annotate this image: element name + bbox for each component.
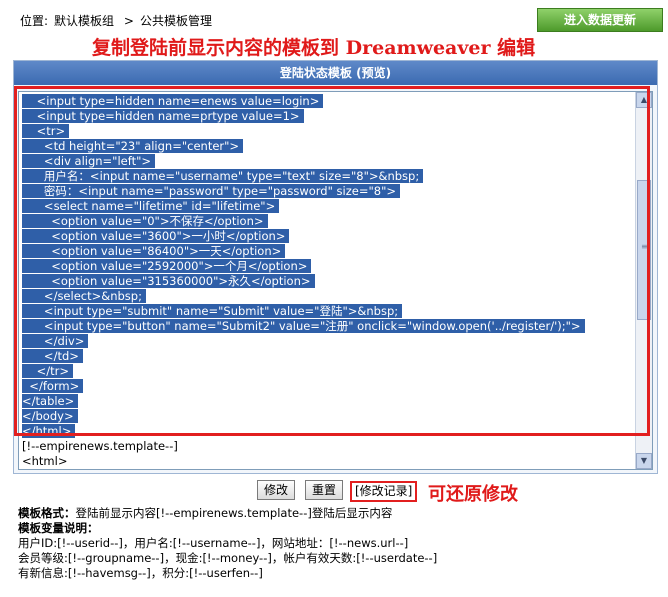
reset-button[interactable]: 重置 xyxy=(305,480,344,500)
breadcrumb-group-link[interactable]: 默认模板组 xyxy=(54,14,114,28)
format-label: 模板格式： xyxy=(18,506,76,520)
selected-text: <div align="left"> xyxy=(22,154,156,168)
code-line-selected: </form> xyxy=(22,379,634,394)
selected-text: <input type=hidden name=prtype value=1> xyxy=(22,109,304,123)
code-line-selected: <option value="86400">一天</option> xyxy=(22,244,634,259)
data-update-button[interactable]: 进入数据更新 xyxy=(537,8,663,32)
vars-label-line: 模板变量说明： xyxy=(18,521,437,536)
code-line-selected: <input type="submit" name="Submit" value… xyxy=(22,304,634,319)
selected-text: </div> xyxy=(22,334,89,348)
code-line-selected: <select name="lifetime" id="lifetime"> xyxy=(22,199,634,214)
code-line-selected: <td height="23" align="center"> xyxy=(22,139,634,154)
format-line: 模板格式：登陆前显示内容[!--empirenews.template--]登陆… xyxy=(18,506,437,521)
panel-title: 登陆状态模板 (预览) xyxy=(14,61,657,85)
code-line-selected: <option value="315360000">永久</option> xyxy=(22,274,634,289)
selected-text: </tr> xyxy=(22,364,74,378)
selected-text: </html> xyxy=(22,424,76,438)
breadcrumb: 位置: 默认模板组 > 公共模板管理 xyxy=(20,12,218,29)
selected-text: <input type="submit" name="Submit" value… xyxy=(22,304,403,318)
selected-text: <select name="lifetime" id="lifetime"> xyxy=(22,199,280,213)
breadcrumb-current[interactable]: 公共模板管理 xyxy=(140,14,212,28)
code-line-selected: <input type="button" name="Submit2" valu… xyxy=(22,319,634,334)
code-line-selected: <tr> xyxy=(22,124,634,139)
selected-text: </table> xyxy=(22,394,79,408)
vars-label: 模板变量说明： xyxy=(18,521,99,535)
code-line-selected: <option value="0">不保存</option> xyxy=(22,214,634,229)
template-textarea[interactable]: <input type=hidden name=enews value=logi… xyxy=(18,91,653,470)
selected-text: 用户名：<input name="username" type="text" s… xyxy=(22,169,424,183)
code-line: [!--empirenews.template--] xyxy=(22,439,178,453)
action-buttons: 修改 重置 [修改记录] xyxy=(0,480,668,502)
code-content: <input type=hidden name=enews value=logi… xyxy=(22,94,634,469)
code-line-selected: </td> xyxy=(22,349,634,364)
selected-text: <input type=hidden name=enews value=logi… xyxy=(22,94,324,108)
selected-text: <tr> xyxy=(22,124,70,138)
code-line-selected: 用户名：<input name="username" type="text" s… xyxy=(22,169,634,184)
code-line-selected: <input type=hidden name=prtype value=1> xyxy=(22,109,634,124)
code-line-selected: </body> xyxy=(22,409,634,424)
code-line-selected: <option value="2592000">一个月</option> xyxy=(22,259,634,274)
template-info: 模板格式：登陆前显示内容[!--empirenews.template--]登陆… xyxy=(18,506,437,581)
vars-line-2: 会员等级:[!--groupname--]，现金:[!--money--]，帐户… xyxy=(18,551,438,565)
selected-text: <input type="button" name="Submit2" valu… xyxy=(22,319,585,333)
selected-text: 密码：<input name="password" type="password… xyxy=(22,184,401,198)
annotation-copy-instruction: 复制登陆前显示内容的模板到 Dreamweaver 编辑 xyxy=(92,37,536,59)
selected-text: <td height="23" align="center"> xyxy=(22,139,244,153)
code-line-selected: 密码：<input name="password" type="password… xyxy=(22,184,634,199)
selected-text: <option value="86400">一天</option> xyxy=(22,244,286,258)
code-line-selected: <input type=hidden name=enews value=logi… xyxy=(22,94,634,109)
scroll-thumb[interactable]: ≡ xyxy=(637,180,651,320)
template-panel: 登陆状态模板 (预览) <input type=hidden name=enew… xyxy=(13,60,658,474)
grip-icon: ≡ xyxy=(641,242,648,251)
vars-line-1: 用户ID:[!--userid--]，用户名:[!--username--]，网… xyxy=(18,536,409,550)
selected-text: </body> xyxy=(22,409,78,423)
code-line: <html> xyxy=(22,454,68,468)
modify-button[interactable]: 修改 xyxy=(257,480,296,500)
code-line-selected: </html> xyxy=(22,424,634,439)
code-line-selected: </table> xyxy=(22,394,634,409)
selected-text: <option value="3600">一小时</option> xyxy=(22,229,290,243)
breadcrumb-label: 位置: xyxy=(20,14,49,28)
code-line-selected: </tr> xyxy=(22,364,634,379)
selected-text: <option value="0">不保存</option> xyxy=(22,214,268,228)
breadcrumb-separator: > xyxy=(123,14,134,28)
selected-text: </td> xyxy=(22,349,83,363)
vars-line-3: 有新信息:[!--havemsg--]，积分:[!--userfen--] xyxy=(18,566,263,580)
scroll-up-arrow-icon[interactable]: ▲ xyxy=(636,92,652,108)
format-text: 登陆前显示内容[!--empirenews.template--]登陆后显示内容 xyxy=(75,506,393,520)
code-line-selected: </div> xyxy=(22,334,634,349)
annotation-restore: 可还原修改 xyxy=(428,484,518,505)
code-line-selected: <option value="3600">一小时</option> xyxy=(22,229,634,244)
vertical-scrollbar[interactable]: ▲ ≡ ▼ xyxy=(635,92,652,469)
code-line-selected: </select>&nbsp; xyxy=(22,289,634,304)
selected-text: <option value="315360000">永久</option> xyxy=(22,274,315,288)
selected-text: <option value="2592000">一个月</option> xyxy=(22,259,312,273)
selected-text: </select>&nbsp; xyxy=(22,289,146,303)
modify-history-link[interactable]: [修改记录] xyxy=(353,482,414,500)
code-line-selected: <div align="left"> xyxy=(22,154,634,169)
selected-text: </form> xyxy=(22,379,84,393)
scroll-down-arrow-icon[interactable]: ▼ xyxy=(636,453,652,469)
